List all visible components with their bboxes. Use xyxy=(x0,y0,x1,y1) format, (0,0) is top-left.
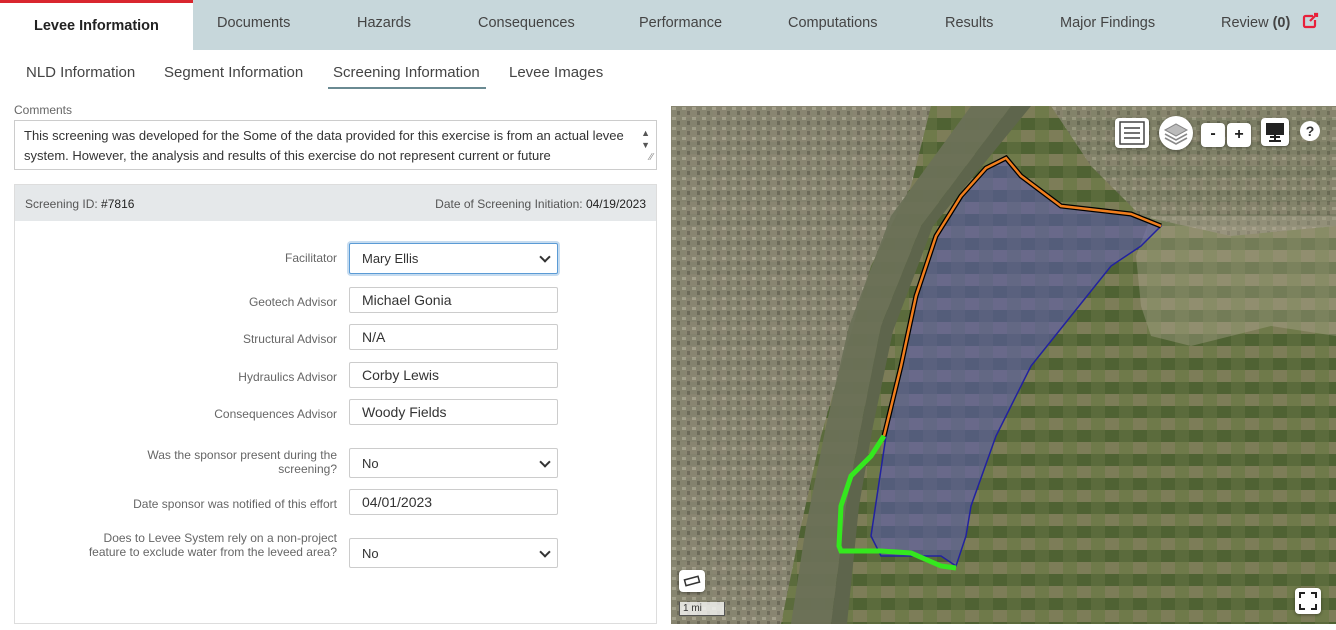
map-scale-bar: 1 mi xyxy=(679,602,725,616)
facilitator-select[interactable]: Mary Ellis xyxy=(349,243,558,274)
geotech-input[interactable]: Michael Gonia xyxy=(349,287,558,313)
sponsor-present-select[interactable]: No xyxy=(349,448,558,478)
subtab-segment-information[interactable]: Segment Information xyxy=(164,64,303,87)
chevron-down-icon xyxy=(539,546,551,558)
top-tab-bar: Levee Information Documents Hazards Cons… xyxy=(0,0,1336,51)
sponsor-present-value: No xyxy=(362,456,379,471)
screening-id-value: #7816 xyxy=(101,197,135,211)
tab-computations[interactable]: Computations xyxy=(788,0,877,50)
fullscreen-icon[interactable] xyxy=(1295,588,1321,614)
chevron-down-icon xyxy=(539,251,551,263)
zoom-out-button[interactable]: - xyxy=(1201,123,1225,147)
map-view[interactable]: - + ? 1 mi xyxy=(671,106,1336,624)
sponsor-notified-input[interactable]: 04/01/2023 xyxy=(349,489,558,515)
hydraulics-input[interactable]: Corby Lewis xyxy=(349,362,558,388)
comments-textarea[interactable]: This screening was developed for the Som… xyxy=(14,120,657,170)
screening-panel: Screening ID: #7816 Date of Screening In… xyxy=(14,184,657,624)
tab-documents[interactable]: Documents xyxy=(217,0,290,50)
consequences-label: Consequences Advisor xyxy=(214,407,337,421)
non-project-value: No xyxy=(362,546,379,561)
screening-id-label: Screening ID: xyxy=(25,197,98,211)
comments-text: This screening was developed for the Som… xyxy=(24,128,624,163)
help-icon[interactable]: ? xyxy=(1300,121,1320,141)
tab-hazards[interactable]: Hazards xyxy=(357,0,411,50)
review-count: (0) xyxy=(1272,15,1291,31)
screening-date-value: 04/19/2023 xyxy=(585,197,646,211)
zoom-in-button[interactable]: + xyxy=(1227,123,1251,147)
tab-consequences[interactable]: Consequences xyxy=(478,0,575,50)
tab-levee-information[interactable]: Levee Information xyxy=(0,0,193,51)
measure-ruler-icon[interactable] xyxy=(679,570,705,592)
screening-date-label: Date of Screening Initiation: xyxy=(435,197,583,211)
subtab-levee-images[interactable]: Levee Images xyxy=(509,64,603,87)
tab-review-label: Review xyxy=(1221,15,1269,31)
scroll-down-arrow-icon[interactable]: ▼ xyxy=(641,135,650,155)
non-project-select[interactable]: No xyxy=(349,538,558,568)
layers-icon[interactable] xyxy=(1159,116,1193,150)
screening-date: Date of Screening Initiation: 04/19/2023 xyxy=(435,197,646,211)
legend-list-icon[interactable] xyxy=(1115,118,1149,148)
tab-major-findings[interactable]: Major Findings xyxy=(1060,0,1155,50)
facilitator-label: Facilitator xyxy=(284,251,337,265)
structural-label: Structural Advisor xyxy=(242,332,337,346)
facilitator-value: Mary Ellis xyxy=(362,251,419,266)
basemap-icon[interactable] xyxy=(1261,118,1289,146)
structural-input[interactable]: N/A xyxy=(349,324,558,350)
screening-id: Screening ID: #7816 xyxy=(25,197,134,211)
tab-performance[interactable]: Performance xyxy=(639,0,722,50)
comments-label: Comments xyxy=(14,103,73,117)
hydraulics-label: Hydraulics Advisor xyxy=(238,370,337,384)
chevron-down-icon xyxy=(539,456,551,468)
sponsor-present-label: Was the sponsor present during the scree… xyxy=(147,448,337,476)
subtab-screening-information[interactable]: Screening Information xyxy=(328,64,486,89)
tab-review[interactable]: Review (0) xyxy=(1221,0,1319,50)
consequences-input[interactable]: Woody Fields xyxy=(349,399,558,425)
screening-header: Screening ID: #7816 Date of Screening In… xyxy=(15,185,656,221)
external-link-icon[interactable] xyxy=(1302,12,1319,29)
non-project-label: Does to Levee System rely on a non-proje… xyxy=(88,531,337,559)
geotech-label: Geotech Advisor xyxy=(248,295,337,309)
resize-grip-icon[interactable]: ∕∕ xyxy=(650,148,653,168)
subtab-nld-information[interactable]: NLD Information xyxy=(26,64,135,87)
sponsor-notified-label: Date sponsor was notified of this effort xyxy=(133,497,337,511)
satellite-map xyxy=(671,106,1336,624)
tab-results[interactable]: Results xyxy=(945,0,993,50)
